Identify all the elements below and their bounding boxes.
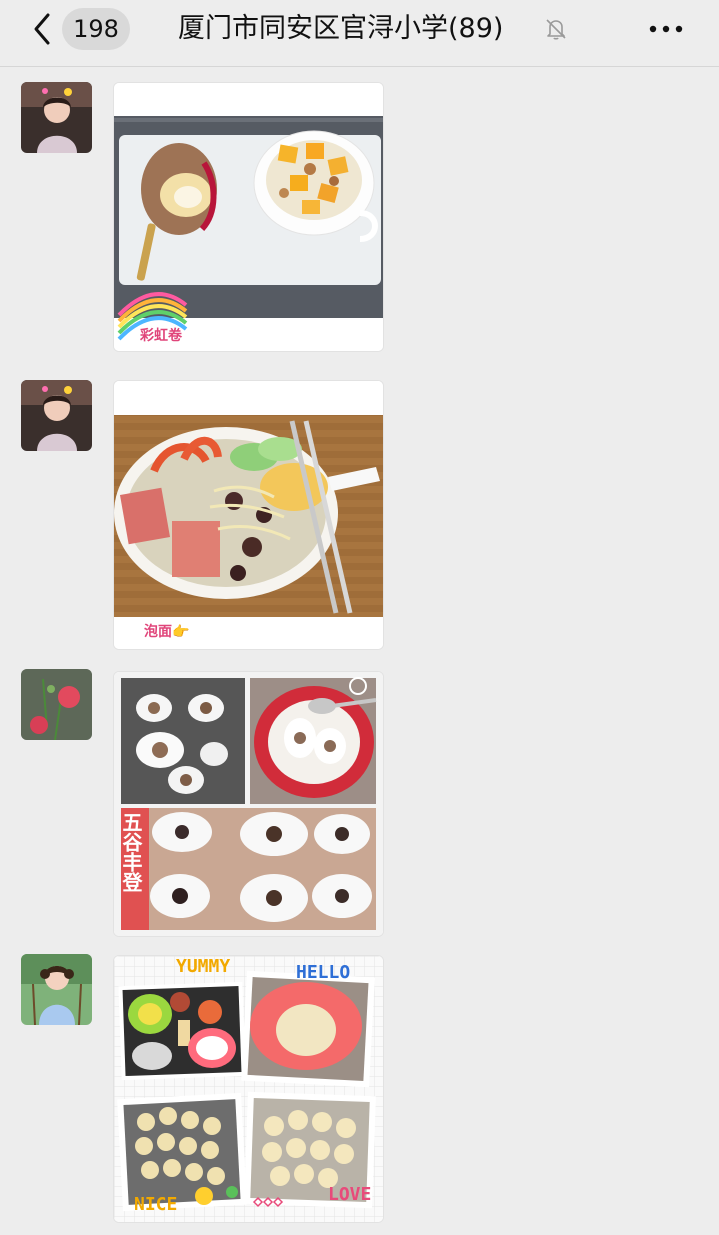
avatar[interactable]	[21, 954, 92, 1025]
sticker-text: LOVE	[328, 1184, 372, 1205]
image-message[interactable]: 泡面👉	[113, 380, 384, 650]
unread-count-badge[interactable]: 198	[62, 8, 130, 50]
girl-avatar-image	[21, 954, 92, 1025]
image-message[interactable]: 五谷丰登	[113, 671, 384, 937]
steamed-buns-collage	[114, 956, 383, 1222]
sticker-text: YUMMY	[176, 956, 231, 977]
instant-noodles-photo	[114, 381, 383, 649]
avatar[interactable]	[21, 669, 92, 740]
chevron-left-icon[interactable]	[28, 12, 58, 46]
carnation-avatar-image	[21, 669, 92, 740]
child-avatar-image	[21, 380, 92, 451]
chat-header: 198 厦门市同安区官浔小学(89)	[0, 0, 719, 67]
photo-caption: 彩虹卷	[140, 328, 182, 344]
bell-off-icon	[546, 19, 566, 40]
more-dots-icon[interactable]	[646, 14, 686, 44]
rainbow-roll-photo	[114, 83, 383, 351]
avatar[interactable]	[21, 380, 92, 451]
photo-caption: 五谷丰登	[119, 812, 143, 892]
image-message[interactable]: YUMMY HELLO NICE LOVE	[113, 955, 384, 1223]
chat-title: 厦门市同安区官浔小学(89)	[178, 13, 504, 44]
image-message[interactable]: 彩虹卷	[113, 82, 384, 352]
child-avatar-image	[21, 82, 92, 153]
grain-porridge-collage	[114, 672, 383, 936]
photo-caption: 泡面👉	[144, 624, 190, 640]
sticker-text: NICE	[134, 1194, 178, 1215]
avatar[interactable]	[21, 82, 92, 153]
sticker-text: HELLO	[296, 962, 351, 983]
